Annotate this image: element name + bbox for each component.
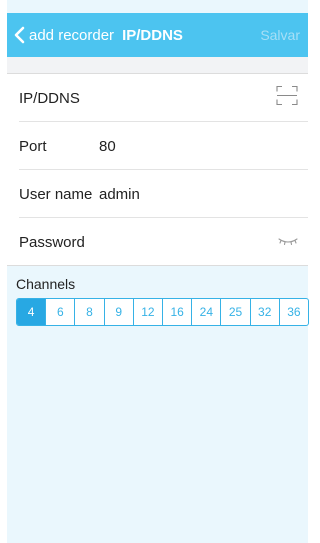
channel-option-25[interactable]: 25 (221, 299, 251, 325)
scan-qr-icon[interactable] (276, 85, 298, 111)
port-label: Port (19, 137, 47, 155)
password-label: Password (19, 233, 85, 251)
page-title: IP/DDNS (122, 26, 183, 44)
channel-option-36[interactable]: 36 (280, 299, 308, 325)
channel-option-24[interactable]: 24 (192, 299, 222, 325)
eye-closed-icon[interactable] (278, 233, 298, 251)
password-row[interactable]: Password (7, 218, 308, 266)
channel-option-6[interactable]: 6 (46, 299, 76, 325)
back-button-label: add recorder (29, 26, 115, 44)
chevron-left-icon (14, 26, 25, 44)
channel-option-8[interactable]: 8 (75, 299, 105, 325)
channel-option-9[interactable]: 9 (105, 299, 134, 325)
channel-option-16[interactable]: 16 (163, 299, 193, 325)
channel-option-4[interactable]: 4 (17, 299, 47, 325)
ip-label: IP/DDNS (19, 89, 80, 107)
section-gap (7, 57, 308, 73)
username-row[interactable]: User name admin (7, 170, 308, 218)
recorder-form: IP/DDNS Port 80 User name admin Password (7, 73, 308, 266)
save-button[interactable]: Salvar (260, 13, 300, 57)
username-input[interactable]: admin (99, 186, 308, 203)
port-input[interactable]: 80 (99, 138, 308, 155)
channel-option-12[interactable]: 12 (134, 299, 164, 325)
back-button[interactable]: add recorder (7, 13, 114, 57)
ip-row[interactable]: IP/DDNS (7, 74, 308, 122)
navigation-bar: add recorder IP/DDNS Salvar (7, 13, 308, 57)
screen: add recorder IP/DDNS Salvar IP/DDNS Port… (0, 0, 315, 543)
channels-title: Channels (16, 276, 76, 292)
channel-option-32[interactable]: 32 (251, 299, 280, 325)
username-label: User name (19, 185, 93, 203)
port-row[interactable]: Port 80 (7, 122, 308, 170)
channel-segmented-control: 4 6 8 9 12 16 24 25 32 36 (16, 298, 309, 326)
divider (7, 265, 308, 266)
